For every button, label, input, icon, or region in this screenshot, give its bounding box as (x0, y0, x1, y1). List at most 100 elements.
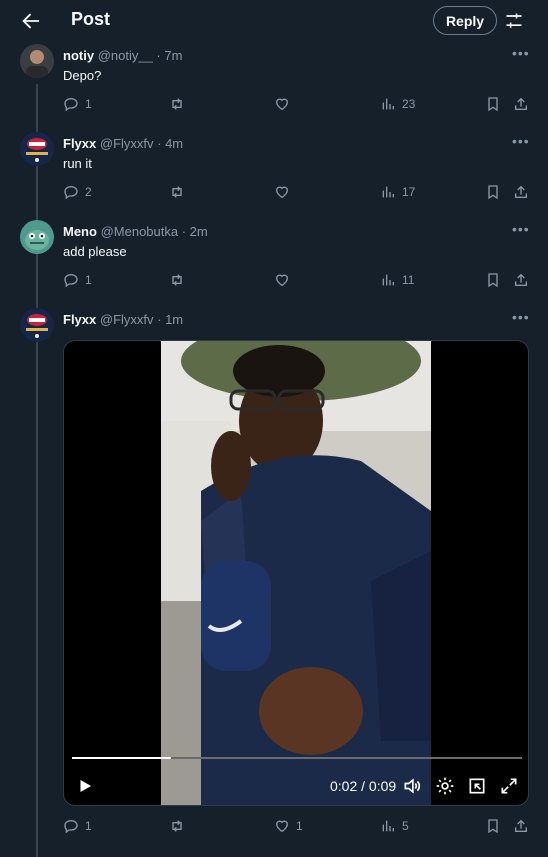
reply-count: 1 (85, 819, 92, 833)
back-arrow-icon[interactable] (20, 10, 42, 32)
views-count: 5 (402, 819, 409, 833)
minimize-icon[interactable] (467, 775, 487, 797)
tweet-actions: 2 17 (0, 182, 548, 202)
user-line: notiy @notiy__ · 7m (63, 48, 182, 63)
bookmark-icon (488, 185, 498, 200)
like-icon (275, 820, 289, 833)
like-icon (275, 274, 289, 287)
timestamp[interactable]: 1m (165, 312, 183, 327)
like-action[interactable] (274, 94, 296, 114)
bookmark-action[interactable] (485, 182, 501, 202)
views-count: 17 (402, 185, 416, 199)
video-time: 0:02 / 0:09 (330, 778, 397, 794)
views-count: 11 (402, 273, 415, 287)
share-icon (515, 185, 527, 198)
retweet-icon (172, 98, 182, 110)
more-icon[interactable]: ••• (512, 221, 530, 237)
retweet-action[interactable] (169, 270, 185, 290)
retweet-icon (172, 186, 182, 198)
bookmark-icon (488, 97, 498, 112)
bookmark-icon (488, 273, 498, 288)
avatar[interactable] (20, 308, 54, 342)
like-action[interactable]: 1 (274, 816, 303, 836)
bookmark-action[interactable] (485, 816, 501, 836)
timestamp[interactable]: 2m (190, 224, 208, 239)
like-action[interactable] (274, 270, 296, 290)
share-action[interactable] (513, 816, 529, 836)
progress-fill[interactable] (72, 757, 171, 759)
share-icon (515, 97, 527, 110)
like-count: 1 (296, 819, 303, 833)
separator: · (152, 48, 165, 63)
retweet-action[interactable] (169, 94, 185, 114)
reply-action[interactable]: 2 (63, 182, 92, 202)
bookmark-action[interactable] (485, 94, 501, 114)
handle[interactable]: @Flyxxfv (100, 312, 154, 327)
user-line: Flyxx @Flyxxfv · 1m (63, 312, 183, 327)
reply-action[interactable]: 1 (63, 816, 92, 836)
share-action[interactable] (513, 270, 529, 290)
separator: · (178, 224, 190, 239)
views-icon (382, 274, 394, 286)
share-action[interactable] (513, 94, 529, 114)
volume-icon[interactable] (402, 775, 422, 797)
bookmark-icon (488, 819, 498, 834)
like-icon (275, 98, 289, 111)
share-action[interactable] (513, 182, 529, 202)
display-name[interactable]: Meno (63, 224, 97, 239)
tweet-text: Depo? (63, 68, 102, 83)
more-icon[interactable]: ••• (512, 133, 530, 149)
video-frame[interactable] (161, 341, 431, 805)
like-action[interactable] (274, 182, 296, 202)
settings-icon[interactable] (435, 775, 455, 797)
display-name[interactable]: Flyxx (63, 312, 96, 327)
reply-action[interactable]: 1 (63, 94, 92, 114)
avatar[interactable] (20, 132, 54, 166)
like-icon (275, 186, 289, 199)
views-action[interactable]: 11 (380, 270, 414, 290)
more-icon[interactable]: ••• (512, 45, 530, 61)
tune-icon[interactable] (504, 11, 524, 31)
share-icon (515, 273, 527, 286)
reply-count: 1 (85, 97, 92, 111)
retweet-action[interactable] (169, 182, 185, 202)
avatar[interactable] (20, 44, 54, 78)
separator: · (153, 312, 166, 327)
views-count: 23 (402, 97, 416, 111)
reply-count: 1 (85, 273, 92, 287)
retweet-icon (172, 820, 182, 832)
handle[interactable]: @Menobutka (101, 224, 179, 239)
timestamp[interactable]: 4m (165, 136, 183, 151)
user-line: Meno @Menobutka · 2m (63, 224, 208, 239)
tweet-text: run it (63, 156, 92, 171)
views-action[interactable]: 17 (380, 182, 415, 202)
timestamp[interactable]: 7m (164, 48, 182, 63)
reply-icon (64, 273, 78, 288)
top-bar: Post Reply (0, 0, 548, 42)
handle[interactable]: @notiy__ (98, 48, 153, 63)
reply-button[interactable]: Reply (433, 6, 497, 35)
views-action[interactable]: 5 (380, 816, 409, 836)
retweet-icon (172, 274, 182, 286)
play-icon[interactable] (76, 775, 94, 797)
video-player[interactable]: 0:02 / 0:09 (63, 340, 529, 806)
views-icon (382, 820, 394, 832)
fullscreen-icon[interactable] (499, 775, 519, 797)
display-name[interactable]: notiy (63, 48, 94, 63)
bookmark-action[interactable] (485, 270, 501, 290)
reply-count: 2 (85, 185, 92, 199)
share-icon (515, 819, 527, 832)
views-action[interactable]: 23 (380, 94, 415, 114)
avatar[interactable] (20, 220, 54, 254)
tweet-actions: 1 11 (0, 270, 548, 290)
views-icon (382, 98, 394, 110)
retweet-action[interactable] (169, 816, 185, 836)
reply-icon (64, 819, 78, 834)
more-icon[interactable]: ••• (512, 309, 530, 325)
display-name[interactable]: Flyxx (63, 136, 96, 151)
handle[interactable]: @Flyxxfv (100, 136, 154, 151)
reply-action[interactable]: 1 (63, 270, 92, 290)
tweet-text: add please (63, 244, 127, 259)
reply-icon (64, 97, 78, 112)
reply-icon (64, 185, 78, 200)
